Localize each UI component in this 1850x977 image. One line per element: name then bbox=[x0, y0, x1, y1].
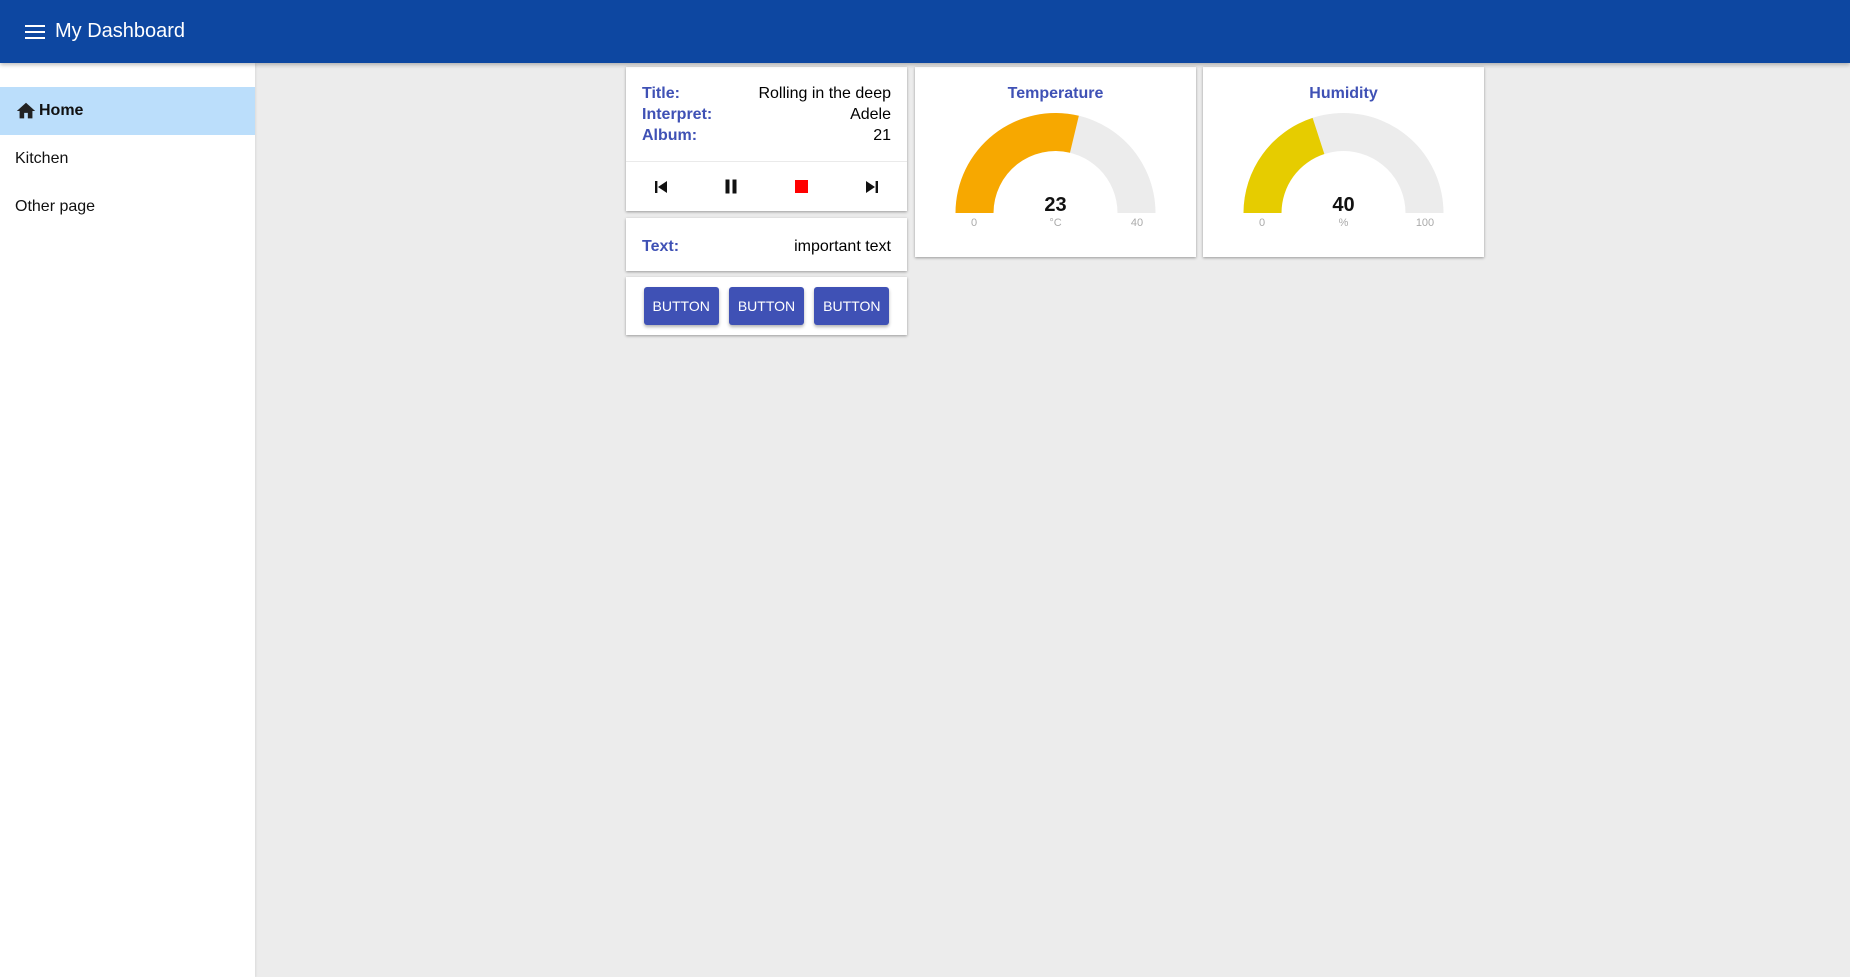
media-player-card: Title: Rolling in the deep Interpret: Ad… bbox=[626, 67, 907, 211]
sidebar-item-label: Other page bbox=[15, 198, 96, 215]
media-title-row: Title: Rolling in the deep bbox=[642, 83, 891, 104]
media-interpret-row: Interpret: Adele bbox=[642, 104, 891, 125]
gauge-min: 0 bbox=[1259, 217, 1265, 229]
humidity-gauge-card: Humidity 40 % 0 100 bbox=[1203, 67, 1484, 257]
interpret-value: Adele bbox=[850, 106, 891, 123]
stop-button[interactable] bbox=[786, 171, 818, 203]
media-album-row: Album: 21 bbox=[642, 125, 891, 146]
gauge-min: 0 bbox=[971, 217, 977, 229]
button-card: BUTTON BUTTON BUTTON bbox=[626, 277, 907, 335]
pause-button[interactable] bbox=[715, 171, 747, 203]
temperature-gauge-card: Temperature 23 °C 0 40 bbox=[915, 67, 1196, 257]
menu-icon bbox=[25, 24, 45, 39]
previous-button[interactable] bbox=[645, 171, 677, 203]
button-1[interactable]: BUTTON bbox=[643, 287, 719, 325]
app-title: My Dashboard bbox=[55, 20, 186, 42]
album-value: 21 bbox=[873, 127, 891, 144]
media-controls bbox=[626, 162, 907, 211]
album-label: Album: bbox=[642, 127, 698, 144]
skip-next-icon bbox=[865, 180, 878, 193]
stop-icon bbox=[795, 180, 809, 193]
temperature-gauge: 23 °C 0 40 bbox=[955, 112, 1156, 229]
sidebar-item-other-page[interactable]: Other page bbox=[0, 183, 255, 231]
sidebar-item-label: Kitchen bbox=[15, 150, 69, 167]
gauge-value: 23 bbox=[1044, 194, 1066, 216]
sidebar-item-home[interactable]: Home bbox=[0, 87, 255, 135]
text-value: important text bbox=[794, 238, 891, 255]
sidebar: Home Kitchen Other page bbox=[0, 63, 255, 977]
gauge-value: 40 bbox=[1332, 194, 1354, 216]
title-label: Title: bbox=[642, 85, 680, 102]
button-2[interactable]: BUTTON bbox=[728, 287, 805, 325]
menu-button[interactable] bbox=[20, 17, 50, 47]
interpret-label: Interpret: bbox=[642, 106, 713, 123]
sidebar-item-kitchen[interactable]: Kitchen bbox=[0, 135, 255, 183]
next-button[interactable] bbox=[856, 171, 888, 203]
button-3[interactable]: BUTTON bbox=[814, 287, 890, 325]
app-bar: My Dashboard bbox=[0, 0, 1850, 63]
gauge-unit: % bbox=[1339, 217, 1349, 229]
gauge-max: 100 bbox=[1416, 217, 1434, 229]
text-label: Text: bbox=[642, 238, 680, 255]
gauge-max: 40 bbox=[1131, 217, 1143, 229]
title-value: Rolling in the deep bbox=[758, 85, 891, 102]
humidity-gauge: 40 % 0 100 bbox=[1243, 112, 1444, 229]
skip-previous-icon bbox=[655, 180, 668, 193]
gauge-unit: °C bbox=[1049, 217, 1061, 229]
sidebar-item-label: Home bbox=[39, 102, 84, 119]
gauge-fill bbox=[1243, 117, 1325, 213]
pause-icon bbox=[725, 179, 737, 194]
home-icon bbox=[15, 100, 37, 122]
text-card: Text: important text bbox=[626, 218, 907, 271]
